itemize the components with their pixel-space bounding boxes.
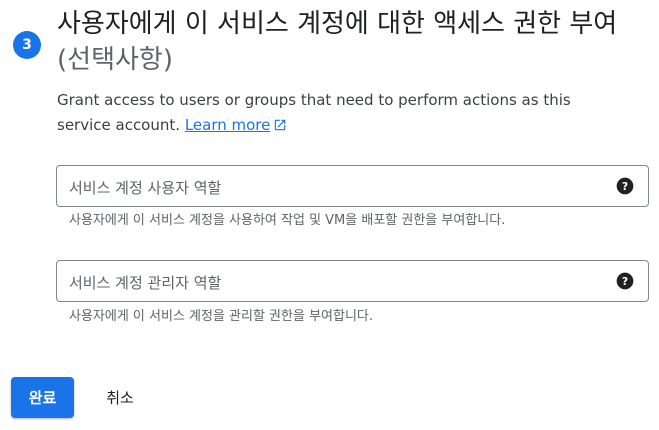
learn-more-link[interactable]: Learn more (185, 116, 288, 134)
description-text: Grant access to users or groups that nee… (57, 91, 571, 134)
done-button[interactable]: 완료 (11, 377, 74, 418)
section-title: 사용자에게 이 서비스 계정에 대한 액세스 권한 부여 (선택사항) (57, 6, 652, 78)
admin-role-label: 서비스 계정 관리자 역할 (69, 274, 222, 292)
section-title-text: 사용자에게 이 서비스 계정에 대한 액세스 권한 부여 (57, 9, 618, 39)
learn-more-label: Learn more (184, 116, 271, 134)
user-role-label: 서비스 계정 사용자 역할 (69, 179, 222, 197)
step-number-badge: 3 (13, 31, 41, 59)
help-icon[interactable]: ? (615, 271, 635, 291)
help-icon[interactable]: ? (615, 176, 635, 196)
service-account-user-role-field[interactable]: 서비스 계정 사용자 역할 ? (56, 165, 649, 207)
svg-text:?: ? (622, 275, 628, 288)
external-link-icon (275, 119, 286, 131)
cancel-button[interactable]: 취소 (90, 377, 150, 418)
svg-text:?: ? (622, 180, 628, 193)
admin-role-hint: 사용자에게 이 서비스 계정을 관리할 권한을 부여합니다. (69, 309, 374, 324)
user-role-hint: 사용자에게 이 서비스 계정을 사용하여 작업 및 VM을 배포할 권한을 부여… (69, 213, 506, 228)
service-account-admin-role-field[interactable]: 서비스 계정 관리자 역할 ? (56, 260, 649, 302)
optional-label: (선택사항) (57, 45, 173, 75)
section-description: Grant access to users or groups that nee… (57, 88, 617, 138)
